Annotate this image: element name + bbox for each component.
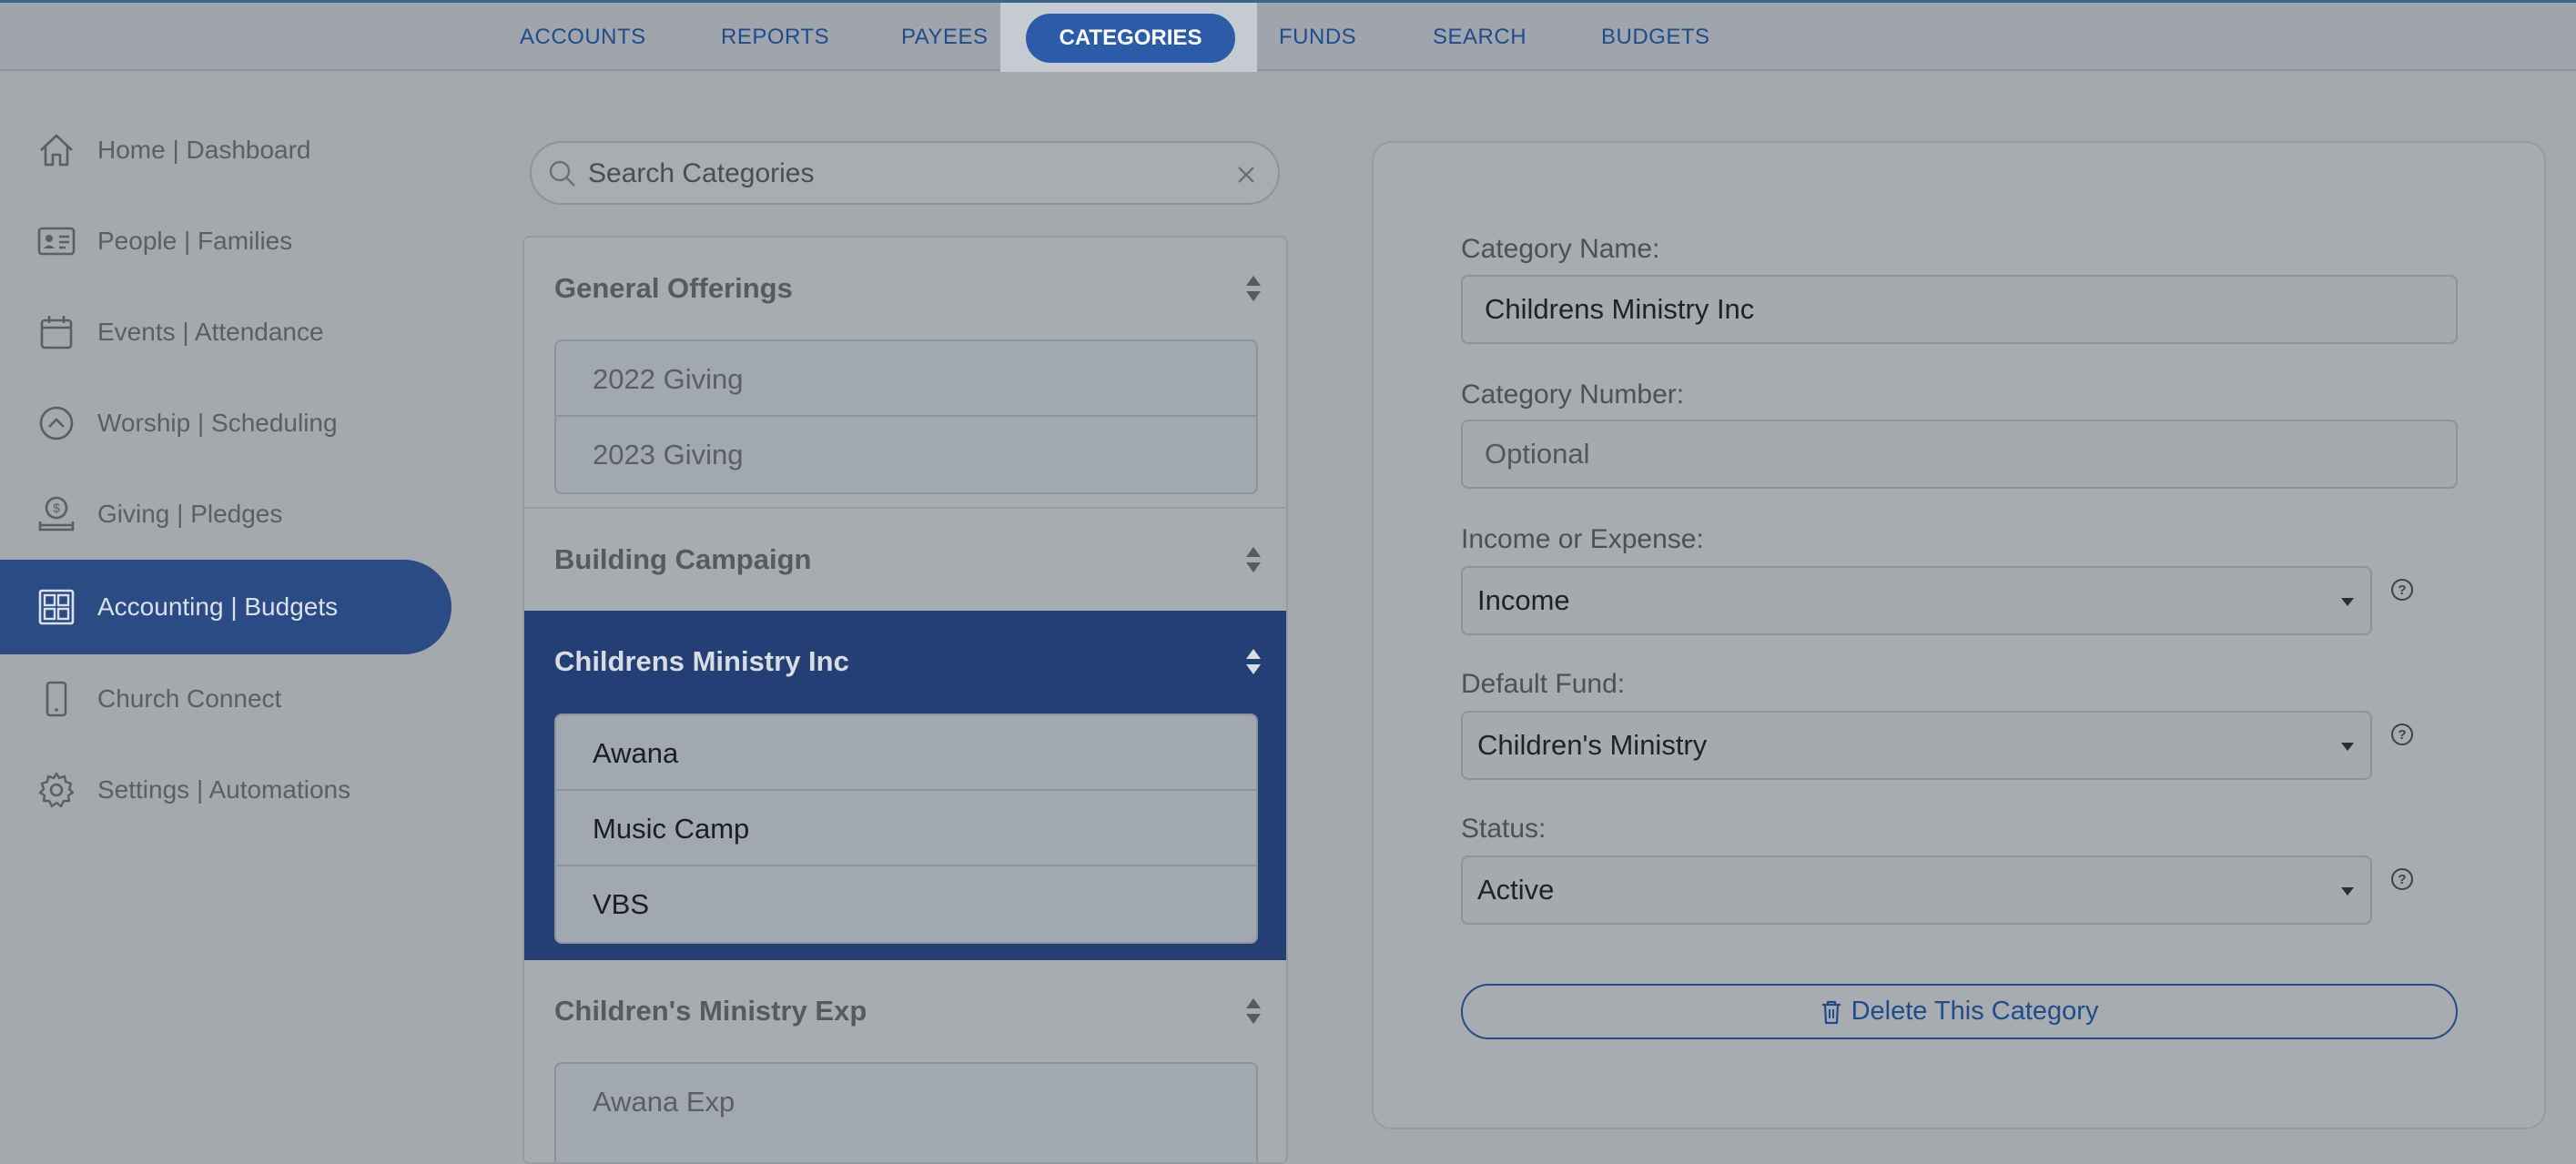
category-group-building-campaign[interactable]: Building Campaign <box>524 509 1286 611</box>
phone-icon <box>46 681 67 717</box>
group-title: Childrens Ministry Inc <box>554 645 849 677</box>
nav-accounts[interactable]: ACCOUNTS <box>520 3 646 72</box>
group-title: Building Campaign <box>554 543 812 575</box>
select-value: Active <box>1477 874 1555 906</box>
sort-icon <box>1246 547 1261 572</box>
list-item[interactable]: Awana Exp <box>556 1064 1256 1139</box>
category-items: 2022 Giving 2023 Giving <box>554 339 1258 494</box>
sidebar-item-label: People | Families <box>97 227 293 255</box>
delete-button-label: Delete This Category <box>1851 997 2099 1026</box>
category-group-childrens-ministry-exp[interactable]: Children's Ministry Exp <box>524 960 1286 1062</box>
chevron-down-icon <box>2341 887 2354 896</box>
category-group-general-offerings[interactable]: General Offerings <box>524 238 1286 339</box>
home-icon <box>40 134 73 167</box>
status-label: Status: <box>1461 814 1547 844</box>
chevron-down-icon <box>2341 598 2354 606</box>
group-title: General Offerings <box>554 272 793 304</box>
list-item[interactable]: Music Camp <box>556 791 1256 866</box>
sidebar-item-giving[interactable]: $ Giving | Pledges <box>0 468 451 561</box>
help-icon[interactable]: ? <box>2389 866 2415 892</box>
chevron-up-circle-icon <box>39 406 74 440</box>
clear-icon[interactable] <box>1236 165 1256 185</box>
sidebar-item-church-connect[interactable]: Church Connect <box>0 653 451 745</box>
category-number-label: Category Number: <box>1461 380 1685 410</box>
trash-icon <box>1821 1000 1841 1024</box>
category-name-label: Category Name: <box>1461 234 1660 264</box>
list-item[interactable]: 2022 Giving <box>556 341 1256 417</box>
select-value: Income <box>1477 584 1570 616</box>
category-items: Awana Exp <box>554 1062 1258 1162</box>
svg-text:$: $ <box>53 501 60 515</box>
id-card-icon <box>37 227 76 256</box>
calendar-icon <box>40 316 73 349</box>
top-nav: ACCOUNTS REPORTS PAYEES CATEGORIES FUNDS… <box>0 0 2576 72</box>
list-item[interactable]: VBS <box>556 866 1256 942</box>
sort-icon <box>1246 998 1261 1024</box>
nav-search[interactable]: SEARCH <box>1433 3 1526 72</box>
delete-category-button[interactable]: Delete This Category <box>1461 984 2458 1039</box>
svg-text:?: ? <box>2398 727 2406 743</box>
sidebar-item-label: Settings | Automations <box>97 775 351 804</box>
sidebar-item-people[interactable]: People | Families <box>0 195 451 288</box>
sidebar-item-label: Church Connect <box>97 684 282 713</box>
income-expense-select[interactable]: Income <box>1461 566 2372 635</box>
nav-payees[interactable]: PAYEES <box>901 3 988 72</box>
sidebar-item-label: Worship | Scheduling <box>97 409 338 437</box>
sidebar-item-label: Events | Attendance <box>97 318 324 346</box>
sidebar-item-events[interactable]: Events | Attendance <box>0 286 451 379</box>
select-value: Children's Ministry <box>1477 729 1708 761</box>
chevron-down-icon <box>2341 743 2354 751</box>
nav-funds[interactable]: FUNDS <box>1279 3 1356 72</box>
sidebar-item-label: Giving | Pledges <box>97 500 283 528</box>
income-expense-label: Income or Expense: <box>1461 524 1704 554</box>
default-fund-label: Default Fund: <box>1461 669 1626 699</box>
help-icon[interactable]: ? <box>2389 577 2415 602</box>
gear-icon <box>38 772 75 808</box>
search-box <box>530 141 1280 205</box>
status-select[interactable]: Active <box>1461 855 2372 925</box>
svg-text:?: ? <box>2398 582 2406 598</box>
sort-icon <box>1246 649 1261 674</box>
search-input[interactable] <box>586 150 1209 197</box>
grid-icon <box>38 589 75 625</box>
sidebar-item-worship[interactable]: Worship | Scheduling <box>0 377 451 470</box>
sidebar-item-label: Accounting | Budgets <box>97 592 339 621</box>
category-items: Awana Music Camp VBS <box>554 714 1258 944</box>
sidebar-item-accounting[interactable]: Accounting | Budgets <box>0 560 451 654</box>
help-icon[interactable]: ? <box>2389 722 2415 747</box>
list-item[interactable]: Awana <box>556 715 1256 791</box>
category-list: General Offerings 2022 Giving 2023 Givin… <box>522 236 1288 1164</box>
nav-categories[interactable]: CATEGORIES <box>1026 14 1235 63</box>
category-number-field[interactable]: Optional <box>1461 420 2458 489</box>
list-item[interactable]: 2023 Giving <box>556 417 1256 492</box>
nav-budgets[interactable]: BUDGETS <box>1601 3 1710 72</box>
default-fund-select[interactable]: Children's Ministry <box>1461 711 2372 780</box>
svg-text:?: ? <box>2398 872 2406 887</box>
donation-icon: $ <box>38 496 75 531</box>
nav-reports[interactable]: REPORTS <box>721 3 829 72</box>
sidebar-item-settings[interactable]: Settings | Automations <box>0 744 451 836</box>
group-title: Children's Ministry Exp <box>554 995 867 1027</box>
sidebar-item-home[interactable]: Home | Dashboard <box>0 104 451 197</box>
search-icon <box>549 160 575 187</box>
sidebar-item-label: Home | Dashboard <box>97 136 311 164</box>
sort-icon <box>1246 276 1261 301</box>
category-name-field[interactable]: Childrens Ministry Inc <box>1461 275 2458 344</box>
